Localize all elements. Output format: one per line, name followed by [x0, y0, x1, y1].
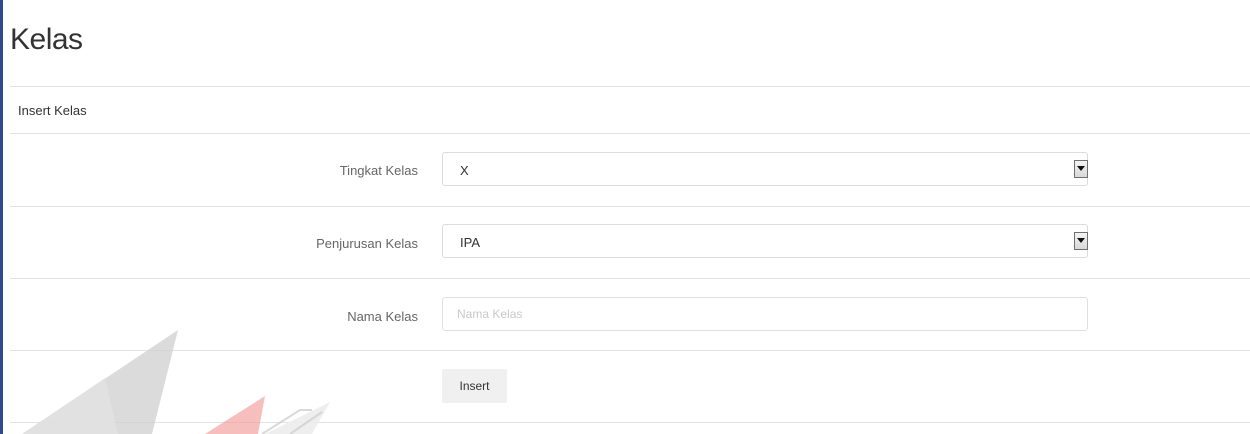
nama-kelas-label: Nama Kelas [347, 309, 418, 324]
tingkat-kelas-label: Tingkat Kelas [339, 163, 418, 178]
penjurusan-kelas-value: IPA [460, 235, 480, 250]
tingkat-kelas-select[interactable]: X [442, 152, 1088, 186]
penjurusan-kelas-select[interactable]: IPA [442, 224, 1088, 258]
nama-kelas-input[interactable] [442, 297, 1088, 331]
page-root: Kelas Insert Kelas Tingkat Kelas X Penju… [0, 0, 1250, 434]
chevron-down-icon[interactable] [1074, 160, 1088, 178]
form-row-tingkat-kelas: Tingkat Kelas X [10, 134, 1250, 207]
tingkat-kelas-value: X [460, 163, 469, 178]
form-row-nama-kelas: Nama Kelas [10, 279, 1250, 351]
penjurusan-kelas-label: Penjurusan Kelas [316, 236, 418, 251]
chevron-down-icon[interactable] [1074, 232, 1088, 250]
form-row-submit: Insert [10, 351, 1250, 423]
insert-panel: Insert Kelas Tingkat Kelas X Penjurusan … [10, 86, 1250, 423]
panel-heading-title: Insert Kelas [18, 103, 87, 118]
insert-button[interactable]: Insert [442, 369, 507, 403]
page-title: Kelas [10, 23, 83, 56]
panel-heading: Insert Kelas [10, 87, 1250, 134]
form-row-penjurusan-kelas: Penjurusan Kelas IPA [10, 207, 1250, 279]
left-accent-bar [0, 0, 3, 434]
